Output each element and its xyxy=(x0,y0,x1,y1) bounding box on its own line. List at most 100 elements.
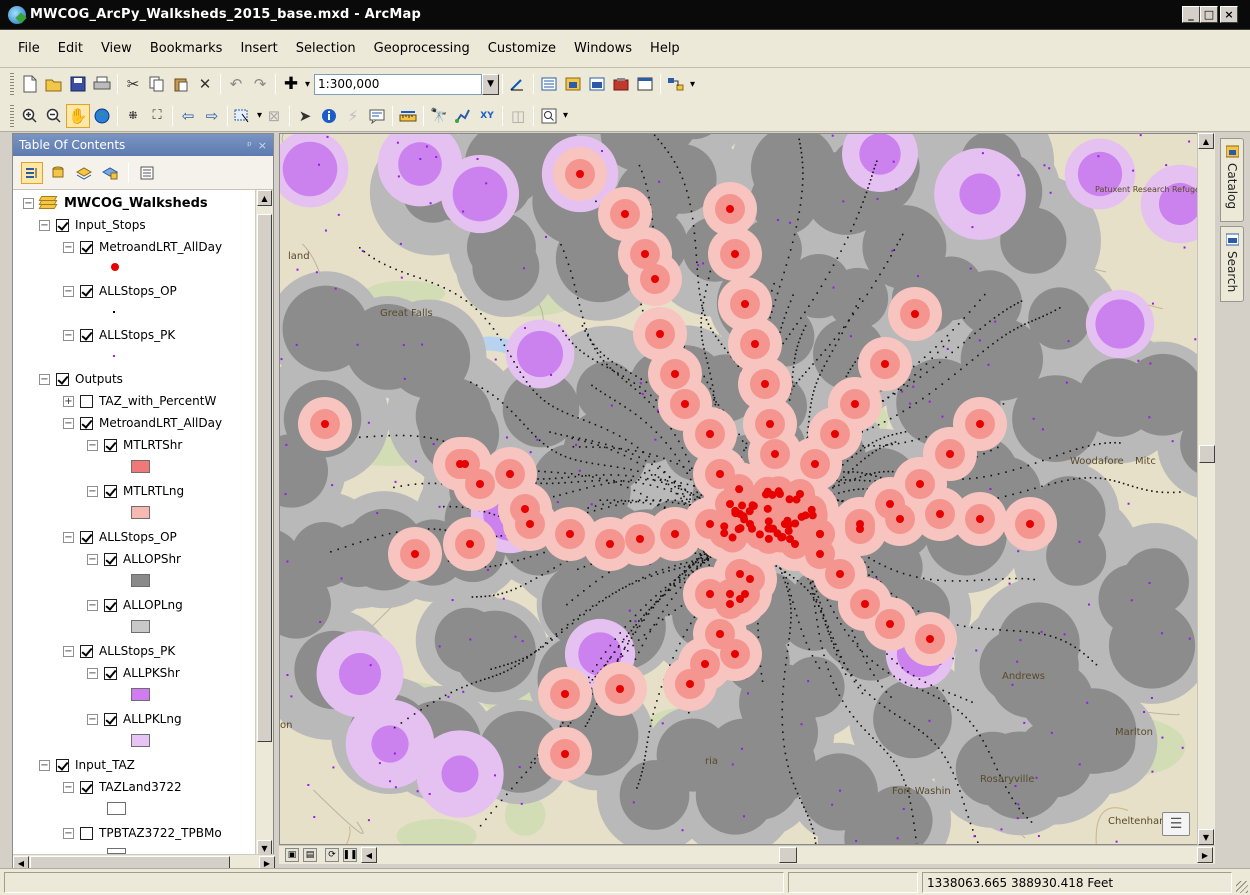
delete-icon[interactable]: ✕ xyxy=(193,72,217,96)
map-horizontal-scrollbar[interactable]: ▣ ▤ ⟳ ❚❚ ◀ ▶ xyxy=(279,845,1215,864)
layer-visibility-checkbox[interactable] xyxy=(80,780,93,794)
toc-layer-row[interactable]: − ALLStops_PK xyxy=(63,325,175,345)
find-binoculars-icon[interactable]: 🔭 xyxy=(427,104,451,128)
menu-bookmarks[interactable]: Bookmarks xyxy=(141,41,232,56)
toolbar-options-dropdown[interactable]: ▾ xyxy=(563,110,568,121)
open-folder-icon[interactable] xyxy=(42,72,66,96)
map-scale-dropdown-button[interactable]: ▼ xyxy=(482,73,500,95)
layer-visibility-checkbox[interactable] xyxy=(56,218,69,232)
toc-layer-row[interactable]: − MetroandLRT_AllDay xyxy=(63,413,222,433)
attribution-icon[interactable]: ☰ xyxy=(1162,812,1190,836)
catalog-window-icon[interactable] xyxy=(561,72,585,96)
zoom-in-icon[interactable] xyxy=(18,104,42,128)
collapse-minus-icon[interactable]: − xyxy=(63,645,74,657)
layer-visibility-checkbox[interactable] xyxy=(80,328,93,342)
layer-visibility-checkbox[interactable] xyxy=(104,598,117,612)
layer-visibility-checkbox[interactable] xyxy=(80,644,93,658)
toc-vertical-scrollbar[interactable]: ▲ ▼ xyxy=(255,190,273,856)
arctoolbox-icon[interactable] xyxy=(609,72,633,96)
menu-geoprocessing[interactable]: Geoprocessing xyxy=(365,41,479,56)
collapse-minus-icon[interactable]: − xyxy=(63,417,74,429)
toc-layer-row[interactable]: − ALLStops_OP xyxy=(63,281,177,301)
go-back-arrow-icon[interactable]: ⇦ xyxy=(176,104,200,128)
layer-visibility-checkbox[interactable] xyxy=(80,240,93,254)
collapse-minus-icon[interactable]: − xyxy=(23,197,34,209)
collapse-minus-icon[interactable]: − xyxy=(63,285,74,297)
html-popup-icon[interactable] xyxy=(365,104,389,128)
scroll-down-arrow-icon[interactable]: ▼ xyxy=(1198,829,1214,845)
layer-visibility-checkbox[interactable] xyxy=(80,826,93,840)
toc-layer-row[interactable]: + TAZ_with_PercentW xyxy=(63,391,216,411)
layer-visibility-checkbox[interactable] xyxy=(56,758,69,772)
collapse-minus-icon[interactable]: − xyxy=(87,667,98,679)
toc-layer-row[interactable]: − MTLRTLng xyxy=(87,481,184,501)
expand-plus-icon[interactable]: + xyxy=(63,395,74,407)
toc-options-icon[interactable] xyxy=(136,162,158,184)
map-vertical-scroll-thumb[interactable] xyxy=(1199,445,1215,463)
copy-icon[interactable] xyxy=(145,72,169,96)
collapse-minus-icon[interactable]: − xyxy=(63,781,74,793)
toc-layer-row[interactable]: − MWCOG_Walksheds xyxy=(23,193,208,213)
collapse-minus-icon[interactable]: − xyxy=(87,599,98,611)
toolbar-grip[interactable] xyxy=(10,104,14,127)
toc-layer-row[interactable]: − TAZLand3722 xyxy=(63,777,182,797)
python-window-icon[interactable] xyxy=(633,72,657,96)
search-window-icon[interactable] xyxy=(585,72,609,96)
minimize-button[interactable]: _ xyxy=(1182,6,1200,23)
hyperlink-lightning-icon[interactable]: ⚡ xyxy=(341,104,365,128)
paste-icon[interactable] xyxy=(169,72,193,96)
add-data-dropdown[interactable]: ▾ xyxy=(305,79,310,90)
toc-layer-row[interactable]: − MTLRTShr xyxy=(87,435,182,455)
refresh-view-icon[interactable]: ⟳ xyxy=(325,848,339,862)
modelbuilder-icon[interactable] xyxy=(664,72,688,96)
layer-visibility-checkbox[interactable] xyxy=(104,438,117,452)
menu-help[interactable]: Help xyxy=(641,41,689,56)
collapse-minus-icon[interactable]: − xyxy=(39,759,50,771)
pin-icon[interactable]: ᵖ xyxy=(247,139,252,152)
new-document-icon[interactable] xyxy=(18,72,42,96)
collapse-minus-icon[interactable]: − xyxy=(63,241,74,253)
create-viewer-window-icon[interactable] xyxy=(537,104,561,128)
measure-ruler-icon[interactable] xyxy=(396,104,420,128)
map-scale-input[interactable] xyxy=(314,73,483,95)
resize-grip-icon[interactable] xyxy=(1236,881,1248,893)
menu-insert[interactable]: Insert xyxy=(231,41,286,56)
layer-visibility-checkbox[interactable] xyxy=(104,552,117,566)
undo-icon[interactable]: ↶ xyxy=(224,72,248,96)
scroll-right-arrow-icon[interactable]: ▶ xyxy=(1197,847,1213,863)
pan-hand-icon[interactable]: ✋ xyxy=(66,103,90,128)
list-by-selection-icon[interactable] xyxy=(99,162,121,184)
menu-windows[interactable]: Windows xyxy=(565,41,641,56)
layer-visibility-checkbox[interactable] xyxy=(80,284,93,298)
map-horizontal-scroll-thumb[interactable] xyxy=(779,847,797,863)
collapse-minus-icon[interactable]: − xyxy=(87,553,98,565)
toc-layer-row[interactable]: − ALLPKShr xyxy=(87,663,180,683)
map-scale-combobox[interactable]: ▼ xyxy=(314,73,500,95)
layer-visibility-checkbox[interactable] xyxy=(104,666,117,680)
toolbar-grip[interactable] xyxy=(10,73,14,95)
toc-layer-row[interactable]: − ALLStops_PK xyxy=(63,641,175,661)
go-to-xy-icon[interactable]: XY xyxy=(475,104,499,128)
maximize-button[interactable]: □ xyxy=(1200,6,1218,23)
menu-customize[interactable]: Customize xyxy=(479,41,565,56)
go-forward-arrow-icon[interactable]: ⇨ xyxy=(200,104,224,128)
full-extent-globe-icon[interactable] xyxy=(90,104,114,128)
list-by-drawing-order-icon[interactable] xyxy=(21,161,43,184)
data-view-icon[interactable]: ▣ xyxy=(285,848,299,862)
toc-layer-row[interactable]: − ALLOPShr xyxy=(87,549,181,569)
map-vertical-scrollbar[interactable]: ▲ ▼ xyxy=(1197,133,1215,845)
toc-close-icon[interactable]: × xyxy=(258,139,267,152)
clear-selection-icon[interactable]: ⊠ xyxy=(262,104,286,128)
layout-view-icon[interactable]: ▤ xyxy=(303,848,317,862)
select-elements-arrow-icon[interactable]: ➤ xyxy=(293,104,317,128)
table-of-contents-icon[interactable] xyxy=(537,72,561,96)
collapse-minus-icon[interactable]: − xyxy=(63,531,74,543)
toc-layer-row[interactable]: − Input_TAZ xyxy=(39,755,135,775)
redo-icon[interactable]: ↷ xyxy=(248,72,272,96)
menu-selection[interactable]: Selection xyxy=(287,41,365,56)
add-data-icon[interactable]: ✚ xyxy=(279,72,303,96)
toc-vertical-scroll-thumb[interactable] xyxy=(257,214,272,742)
find-route-icon[interactable] xyxy=(451,104,475,128)
toc-layer-row[interactable]: − ALLOPLng xyxy=(87,595,183,615)
select-features-icon[interactable] xyxy=(231,104,255,128)
